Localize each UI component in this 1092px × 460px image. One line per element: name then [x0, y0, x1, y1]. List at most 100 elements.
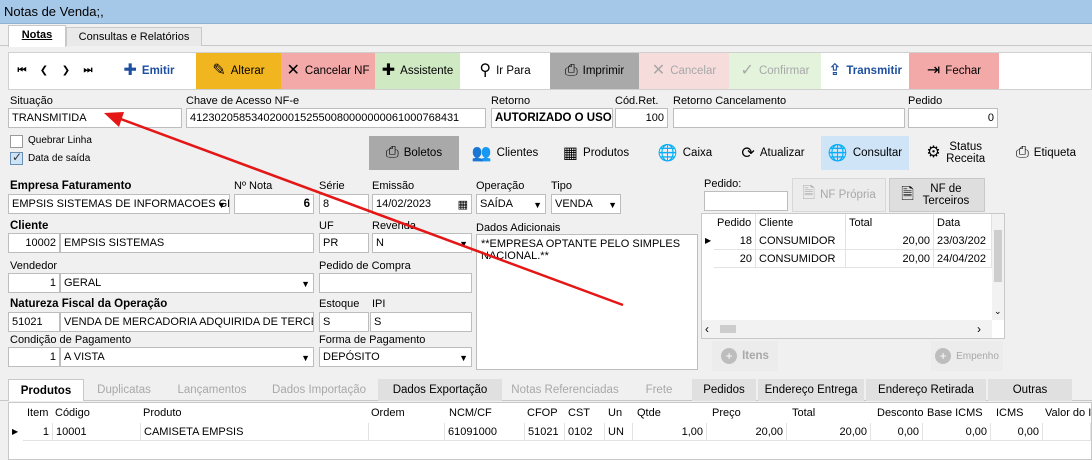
- table-row[interactable]: 0,00: [923, 423, 991, 441]
- table-row[interactable]: 51021: [525, 423, 565, 441]
- natureza-code-field[interactable]: 51021: [8, 312, 60, 332]
- chevron-right-icon[interactable]: ›: [977, 322, 981, 336]
- cancelar-button[interactable]: ✕ Cancelar: [639, 53, 729, 89]
- col-item[interactable]: Item: [27, 403, 48, 423]
- etiqueta-button[interactable]: ⎙ Etiqueta: [1003, 136, 1089, 170]
- tab-duplicatas[interactable]: Duplicatas: [86, 379, 162, 401]
- estoque-field[interactable]: S: [319, 312, 369, 332]
- forma-pag-select[interactable]: DEPÓSITO ▼: [319, 347, 472, 367]
- caixa-button[interactable]: 🌐 Caixa: [645, 136, 725, 170]
- scrollbar-thumb[interactable]: [994, 230, 1002, 282]
- table-row[interactable]: 24/04/202: [934, 250, 992, 268]
- col-total[interactable]: Total: [792, 403, 815, 423]
- assistente-button[interactable]: ✚ Assistente: [375, 53, 460, 89]
- table-row[interactable]: 18: [714, 232, 756, 250]
- operacao-select[interactable]: SAÍDA ▼: [476, 194, 546, 214]
- fechar-button[interactable]: ⇥ Fechar: [909, 53, 999, 89]
- table-row[interactable]: 20,00: [707, 423, 787, 441]
- itens-button[interactable]: + Itens: [712, 341, 778, 371]
- col-cfop[interactable]: CFOP: [527, 403, 558, 423]
- last-record-icon[interactable]: ⏭: [81, 63, 95, 79]
- table-row[interactable]: 0102: [565, 423, 605, 441]
- tipo-select[interactable]: VENDA ▼: [551, 194, 621, 214]
- tab-endereco-retirada[interactable]: Endereço Retirada: [866, 379, 986, 401]
- emissao-field[interactable]: 14/02/2023 ▦: [372, 194, 472, 214]
- table-row[interactable]: CONSUMIDOR: [756, 232, 846, 250]
- table-row[interactable]: 61091000: [445, 423, 525, 441]
- empenho-button[interactable]: + Empenho: [931, 341, 1003, 371]
- table-row[interactable]: 20: [714, 250, 756, 268]
- nf-propria-button[interactable]: 🗎 NF Própria: [792, 178, 886, 212]
- col-produto[interactable]: Produto: [143, 403, 182, 423]
- empresa-select[interactable]: EMPSIS SISTEMAS DE INFORMACOES GEI ▼: [8, 194, 230, 214]
- natureza-desc-field[interactable]: VENDA DE MERCADORIA ADQUIRIDA DE TERCEIR: [60, 312, 314, 332]
- cancelar-nf-button[interactable]: ✕ Cancelar NF: [281, 53, 375, 89]
- consultar-button[interactable]: 🌐 Consultar: [821, 136, 909, 170]
- table-row[interactable]: [369, 423, 445, 441]
- retorno-field[interactable]: AUTORIZADO O USO: [491, 108, 613, 128]
- col-ordem[interactable]: Ordem: [371, 403, 405, 423]
- col-total[interactable]: Total: [846, 214, 934, 232]
- table-row[interactable]: UN: [605, 423, 633, 441]
- chevron-down-icon[interactable]: ⌄: [994, 306, 1002, 317]
- right-pedido-field[interactable]: [704, 191, 788, 211]
- next-record-icon[interactable]: ❯: [59, 63, 73, 79]
- emitir-button[interactable]: ✚ Emitir: [104, 53, 194, 89]
- alterar-button[interactable]: ✎ Alterar: [196, 53, 281, 89]
- col-icms[interactable]: ICMS: [996, 403, 1024, 423]
- prev-record-icon[interactable]: ❮: [37, 63, 51, 79]
- cliente-name-field[interactable]: EMPSIS SISTEMAS: [60, 233, 314, 253]
- tab-dados-exportacao[interactable]: Dados Exportação: [378, 379, 502, 401]
- pedido-field[interactable]: 0: [908, 108, 998, 128]
- tab-consultas[interactable]: Consultas e Relatórios: [66, 27, 202, 46]
- cond-pag-code-field[interactable]: 1: [8, 347, 60, 367]
- chave-field[interactable]: 4123020585340200015255008000000006100076…: [186, 108, 486, 128]
- tab-lancamentos[interactable]: Lançamentos: [164, 379, 260, 401]
- table-row[interactable]: [1043, 423, 1091, 441]
- status-receita-button[interactable]: ⚙ Status Receita: [913, 136, 999, 170]
- tab-pedidos[interactable]: Pedidos: [692, 379, 756, 401]
- boletos-button[interactable]: ⎙ Boletos: [369, 136, 459, 170]
- table-row[interactable]: 20,00: [846, 232, 934, 250]
- col-desconto[interactable]: Desconto: [877, 403, 923, 423]
- tab-endereco-entrega[interactable]: Endereço Entrega: [758, 379, 864, 401]
- uf-field[interactable]: PR: [319, 233, 369, 253]
- col-cliente[interactable]: Cliente: [756, 214, 846, 232]
- table-row[interactable]: 23/03/202: [934, 232, 992, 250]
- serie-field[interactable]: 8: [319, 194, 369, 214]
- col-un[interactable]: Un: [608, 403, 622, 423]
- tab-notas-referenciadas[interactable]: Notas Referenciadas: [504, 379, 626, 401]
- table-row[interactable]: 20,00: [787, 423, 871, 441]
- col-pedido[interactable]: Pedido: [714, 214, 756, 232]
- tab-frete[interactable]: Frete: [628, 379, 690, 401]
- col-preco[interactable]: Preço: [712, 403, 741, 423]
- atualizar-button[interactable]: ⟳ Atualizar: [729, 136, 817, 170]
- tab-notas[interactable]: Notas: [8, 25, 66, 47]
- calendar-icon[interactable]: ▦: [458, 196, 468, 213]
- vendedor-code-field[interactable]: 1: [8, 273, 60, 293]
- imprimir-button[interactable]: ⎙ Imprimir: [550, 53, 639, 89]
- table-row[interactable]: 20,00: [846, 250, 934, 268]
- pedido-compra-field[interactable]: [319, 273, 472, 293]
- dados-adicionais-textarea[interactable]: **EMPRESA OPTANTE PELO SIMPLES NACIONAL.…: [476, 234, 698, 370]
- table-row[interactable]: 10001: [53, 423, 141, 441]
- col-cst[interactable]: CST: [568, 403, 590, 423]
- revenda-select[interactable]: N ▼: [372, 233, 472, 253]
- data-saida-checkbox[interactable]: [10, 150, 23, 165]
- first-record-icon[interactable]: ⏮: [15, 63, 29, 79]
- chevron-left-icon[interactable]: ‹: [705, 322, 709, 336]
- table-row[interactable]: CAMISETA EMPSIS: [141, 423, 369, 441]
- table-row[interactable]: 0,00: [871, 423, 923, 441]
- produtos-button[interactable]: ▦ Produtos: [551, 136, 641, 170]
- col-data[interactable]: Data: [934, 214, 992, 232]
- confirmar-button[interactable]: ✓ Confirmar: [729, 53, 821, 89]
- col-codigo[interactable]: Código: [55, 403, 90, 423]
- situacao-field[interactable]: TRANSMITIDA: [8, 108, 182, 128]
- vertical-scrollbar[interactable]: ⌄: [992, 214, 1004, 320]
- transmitir-button[interactable]: ⇪ Transmitir: [821, 53, 909, 89]
- col-base-icms[interactable]: Base ICMS: [927, 403, 983, 423]
- col-qtde[interactable]: Qtde: [637, 403, 661, 423]
- tab-outras[interactable]: Outras: [988, 379, 1072, 401]
- clientes-button[interactable]: 👥 Clientes: [463, 136, 547, 170]
- ipi-field[interactable]: S: [370, 312, 472, 332]
